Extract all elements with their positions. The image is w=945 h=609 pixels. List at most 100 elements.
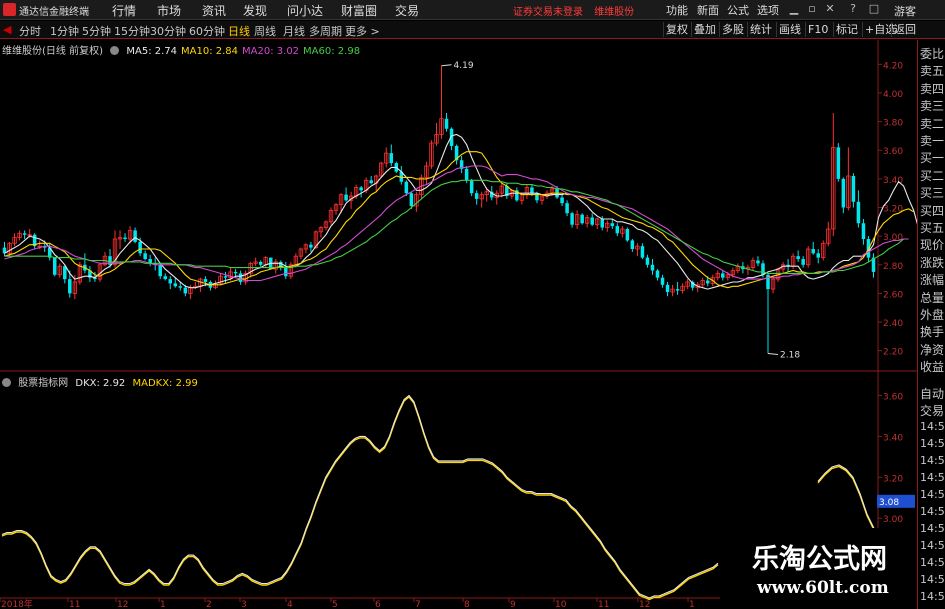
menu-item-4[interactable]: 问小达 bbox=[287, 2, 323, 19]
time-tick-label: 1 bbox=[160, 600, 166, 609]
candle-body-down bbox=[369, 180, 373, 184]
candle bbox=[198, 277, 203, 292]
candle bbox=[831, 113, 836, 237]
tool-button-2[interactable]: 多股 bbox=[719, 22, 746, 37]
menu-item-2[interactable]: 资讯 bbox=[202, 2, 226, 19]
candle-body-down bbox=[68, 279, 72, 294]
menu-item-3[interactable]: 发现 bbox=[243, 2, 267, 19]
trade-time-1: 14:50 bbox=[920, 437, 945, 450]
candle bbox=[439, 65, 444, 139]
candle-body-down bbox=[138, 241, 142, 254]
tool-button-8[interactable]: 返回 bbox=[891, 22, 918, 37]
candle-body-down bbox=[238, 273, 243, 282]
tool-button-4[interactable]: 画线 bbox=[776, 22, 803, 37]
settings-circle-icon[interactable] bbox=[110, 46, 120, 55]
candle bbox=[384, 147, 389, 168]
candle-body-down bbox=[530, 187, 534, 194]
candle bbox=[474, 190, 479, 205]
candle bbox=[379, 161, 384, 178]
time-tick-label: 11 bbox=[598, 600, 609, 609]
side-lower-item-0[interactable]: 自动 bbox=[920, 385, 944, 402]
indicator-settings-icon[interactable] bbox=[2, 378, 11, 387]
side-lower-item-1[interactable]: 交易 bbox=[920, 402, 944, 419]
candle bbox=[605, 220, 610, 232]
close-icon[interactable]: ✕ bbox=[822, 2, 838, 16]
tool-button-3[interactable]: 统计 bbox=[747, 22, 774, 37]
candle bbox=[83, 253, 87, 274]
tab-period-0[interactable]: 分时 bbox=[19, 23, 41, 39]
candle-body-down bbox=[163, 276, 168, 280]
right-menu-item-3[interactable]: 选项 bbox=[757, 2, 779, 18]
candle-body-down bbox=[570, 213, 574, 225]
maximize-icon[interactable]: □ bbox=[866, 2, 882, 16]
time-tick-label: 2018年 bbox=[1, 598, 33, 609]
side-item-13: 涨幅 bbox=[920, 273, 945, 288]
candle-body-down bbox=[580, 214, 584, 224]
candle bbox=[223, 271, 228, 284]
side-item-1: 卖五 bbox=[920, 64, 945, 79]
menu-item-1[interactable]: 市场 bbox=[157, 2, 181, 19]
tab-period-7[interactable]: 周线 bbox=[254, 23, 276, 39]
right-menu-item-1[interactable]: 新面 bbox=[697, 2, 719, 18]
trade-time-8: 14:50 bbox=[920, 556, 945, 569]
high-pointer bbox=[441, 64, 452, 67]
side-item-11: 现价 bbox=[920, 238, 945, 253]
candle-body-down bbox=[675, 289, 680, 291]
guest-label[interactable]: 游客 bbox=[894, 3, 916, 19]
minimize-icon[interactable]: ▁ bbox=[786, 2, 802, 16]
right-menu-item-2[interactable]: 公式 bbox=[727, 2, 749, 18]
app-title: 通达信金融终端 bbox=[19, 7, 89, 18]
restore-icon[interactable]: ▫ bbox=[804, 2, 820, 16]
tab-period-6[interactable]: 日线 bbox=[228, 23, 250, 39]
candle bbox=[52, 257, 57, 277]
tab-period-9[interactable]: 多周期 bbox=[309, 23, 342, 39]
tab-period-5[interactable]: 60分钟 bbox=[189, 23, 225, 39]
stock-link[interactable]: 维维股份 bbox=[594, 7, 634, 18]
tool-button-0[interactable]: 复权 bbox=[663, 22, 690, 37]
tab-period-2[interactable]: 5分钟 bbox=[82, 23, 111, 39]
candle bbox=[359, 186, 363, 198]
tab-period-8[interactable]: 月线 bbox=[283, 23, 305, 39]
tab-period-1[interactable]: 1分钟 bbox=[50, 23, 79, 39]
candle bbox=[851, 173, 856, 208]
candle-body-down bbox=[660, 277, 665, 285]
candle bbox=[284, 261, 288, 280]
tab-period-4[interactable]: 30分钟 bbox=[150, 23, 186, 39]
broker-login-status[interactable]: 证券交易未登录 维维股份 bbox=[513, 3, 634, 18]
price-tick-label: 3.40 bbox=[883, 176, 903, 186]
side-item-8: 买三 bbox=[920, 186, 945, 201]
menu-item-0[interactable]: 行情 bbox=[112, 2, 136, 19]
help-icon[interactable]: ? bbox=[845, 2, 861, 16]
price-legend: 维维股份(日线 前复权) MA5: 2.74 MA10: 2.84 MA20: 3.… bbox=[2, 42, 368, 57]
candle-body-down bbox=[625, 228, 630, 241]
candle-body-down bbox=[801, 259, 805, 265]
candle bbox=[117, 230, 123, 250]
candle-body-down bbox=[223, 276, 228, 278]
tool-button-5[interactable]: F10 bbox=[805, 22, 830, 37]
candle bbox=[750, 257, 756, 271]
madkx-tail-line bbox=[817, 465, 875, 531]
menu-item-6[interactable]: 交易 bbox=[395, 2, 419, 19]
side-item-18: 收益 bbox=[920, 360, 945, 375]
candle bbox=[158, 263, 162, 280]
candle bbox=[856, 190, 861, 228]
candle bbox=[580, 213, 584, 225]
candle-body-down bbox=[404, 181, 409, 194]
tool-button-6[interactable]: 标记 bbox=[833, 22, 860, 37]
candle bbox=[328, 207, 334, 225]
tab-period-10[interactable]: 更多 > bbox=[345, 23, 380, 39]
candle-body-down bbox=[615, 226, 620, 234]
candle-body-down bbox=[851, 176, 856, 202]
candle bbox=[675, 281, 680, 295]
kline-chart[interactable]: 4.20 4.00 3.80 3.60 3.40 3.20 3.00 2.80 2.60 2.40… bbox=[0, 40, 917, 609]
tool-button-1[interactable]: 叠加 bbox=[691, 22, 718, 37]
menu-item-5[interactable]: 财富圈 bbox=[341, 2, 377, 19]
candle bbox=[630, 239, 635, 252]
tab-period-3[interactable]: 15分钟 bbox=[114, 23, 150, 39]
right-menu-item-0[interactable]: 功能 bbox=[666, 2, 688, 18]
candle-body-down bbox=[158, 264, 162, 277]
candle bbox=[22, 230, 27, 239]
back-icon[interactable]: ◀ bbox=[3, 23, 11, 36]
ma-legend-item-2: MA20: 3.02 bbox=[242, 46, 300, 57]
candle-body-up bbox=[27, 234, 32, 236]
